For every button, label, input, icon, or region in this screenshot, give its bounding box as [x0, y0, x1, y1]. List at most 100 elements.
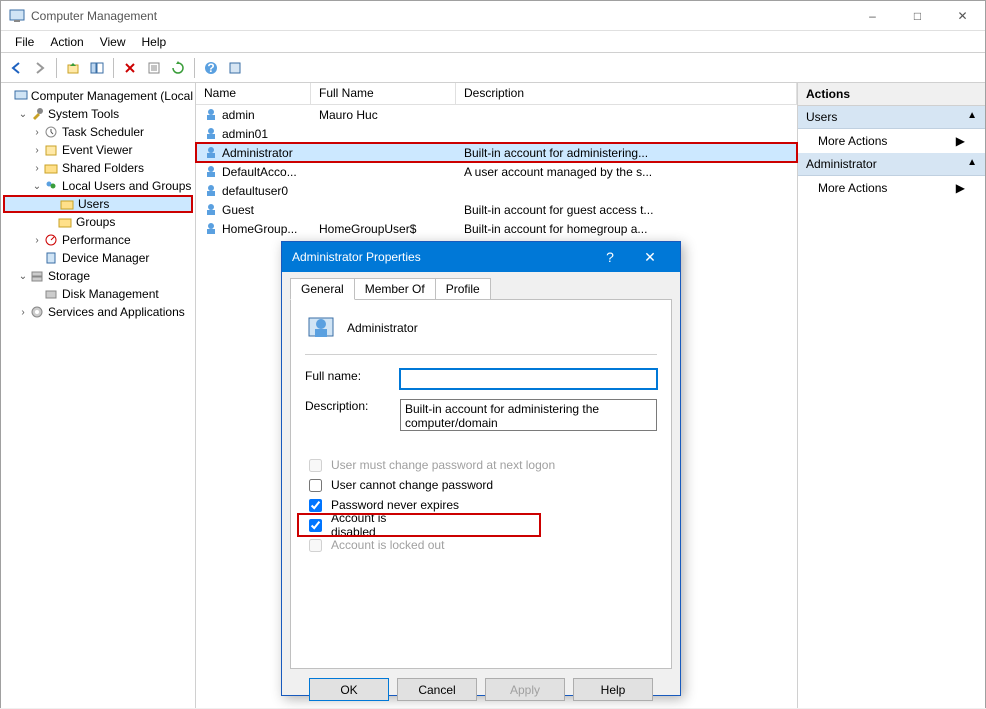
dialog-title: Administrator Properties [292, 250, 590, 264]
tab-profile[interactable]: Profile [435, 278, 491, 300]
user-icon [204, 221, 220, 237]
tree-sharedfolders[interactable]: ›Shared Folders [3, 159, 193, 177]
tree-services[interactable]: ›Services and Applications [3, 303, 193, 321]
chevron-right-icon: › [31, 235, 43, 246]
storage-icon [29, 268, 45, 284]
cancel-button[interactable]: Cancel [397, 678, 477, 701]
chevron-right-icon: › [31, 163, 43, 174]
dialog-close-button[interactable]: ✕ [630, 249, 670, 266]
dialog-buttons: OK Cancel Apply Help [282, 678, 680, 709]
checkbox-disabled[interactable]: Account is disabled [299, 515, 539, 535]
apply-button[interactable]: Apply [485, 678, 565, 701]
app-icon [9, 8, 25, 24]
fullname-label: Full name: [305, 369, 400, 383]
dialog-titlebar: Administrator Properties ? ✕ [282, 242, 680, 272]
dialog-body: Administrator Full name: Description: Us… [290, 299, 672, 669]
chevron-right-icon: › [17, 307, 29, 318]
show-hide-button[interactable] [86, 57, 108, 79]
dialog-help-button[interactable]: ? [590, 249, 630, 265]
ok-button[interactable]: OK [309, 678, 389, 701]
fullname-field[interactable] [400, 369, 657, 389]
tree-groups[interactable]: Groups [3, 213, 193, 231]
properties-button[interactable] [143, 57, 165, 79]
tab-memberof[interactable]: Member Of [354, 278, 436, 300]
table-row[interactable]: HomeGroup...HomeGroupUser$Built-in accou… [196, 219, 797, 238]
table-row[interactable]: adminMauro Huc [196, 105, 797, 124]
table-row[interactable]: DefaultAcco...A user account managed by … [196, 162, 797, 181]
forward-button[interactable] [29, 57, 51, 79]
folder-icon [57, 214, 73, 230]
menu-action[interactable]: Action [42, 33, 91, 51]
tree-diskmgmt[interactable]: Disk Management [3, 285, 193, 303]
actions-panel: Actions Users▲ More Actions▶ Administrat… [798, 83, 985, 708]
table-row-administrator[interactable]: AdministratorBuilt-in account for admini… [196, 143, 797, 162]
table-row[interactable]: GuestBuilt-in account for guest access t… [196, 200, 797, 219]
device-icon [43, 250, 59, 266]
window-title: Computer Management [31, 9, 850, 23]
titlebar: Computer Management – □ ✕ [1, 1, 985, 31]
up-button[interactable] [62, 57, 84, 79]
tree-performance[interactable]: ›Performance [3, 231, 193, 249]
actions-section-users[interactable]: Users▲ [798, 106, 985, 129]
svg-text:?: ? [207, 61, 214, 75]
actions-more-admin[interactable]: More Actions▶ [798, 176, 985, 200]
tree-devmgr[interactable]: Device Manager [3, 249, 193, 267]
disk-icon [43, 286, 59, 302]
description-field[interactable] [400, 399, 657, 431]
back-button[interactable] [5, 57, 27, 79]
chevron-down-icon: ⌄ [17, 109, 29, 120]
tab-general[interactable]: General [290, 278, 355, 300]
menu-file[interactable]: File [7, 33, 42, 51]
refresh-button[interactable] [167, 57, 189, 79]
col-description[interactable]: Description [456, 83, 797, 104]
menu-help[interactable]: Help [134, 33, 175, 51]
user-icon [204, 164, 220, 180]
chevron-right-icon: ▶ [956, 134, 965, 148]
checkbox-cannotchange[interactable]: User cannot change password [305, 475, 657, 495]
services-icon [29, 304, 45, 320]
users-icon [43, 178, 59, 194]
actions-section-admin[interactable]: Administrator▲ [798, 153, 985, 176]
tools-icon [29, 106, 45, 122]
toolbar: ? [1, 53, 985, 83]
tree-storage[interactable]: ⌄Storage [3, 267, 193, 285]
folder-icon [43, 160, 59, 176]
tree-root[interactable]: Computer Management (Local [3, 87, 193, 105]
tree-localusers[interactable]: ⌄Local Users and Groups [3, 177, 193, 195]
tree-eventviewer[interactable]: ›Event Viewer [3, 141, 193, 159]
dialog-tabs: General Member Of Profile [282, 272, 680, 300]
user-icon [204, 145, 220, 161]
collapse-icon: ▲ [967, 110, 977, 124]
help-button[interactable]: Help [573, 678, 653, 701]
dialog-username: Administrator [347, 321, 418, 335]
maximize-button[interactable]: □ [895, 2, 940, 30]
actions-more-users[interactable]: More Actions▶ [798, 129, 985, 153]
extra-button[interactable] [224, 57, 246, 79]
help-button[interactable]: ? [200, 57, 222, 79]
computer-icon [14, 88, 28, 104]
minimize-button[interactable]: – [850, 2, 895, 30]
tree-users[interactable]: Users [3, 195, 193, 213]
delete-button[interactable] [119, 57, 141, 79]
table-row[interactable]: admin01 [196, 124, 797, 143]
clock-icon [43, 124, 59, 140]
actions-header: Actions [798, 83, 985, 106]
user-icon [204, 126, 220, 142]
perf-icon [43, 232, 59, 248]
menu-view[interactable]: View [92, 33, 134, 51]
dialog-user-header: Administrator [305, 312, 657, 355]
chevron-right-icon: › [31, 127, 43, 138]
tree-systools[interactable]: ⌄System Tools [3, 105, 193, 123]
chevron-right-icon: ▶ [956, 181, 965, 195]
close-button[interactable]: ✕ [940, 2, 985, 30]
tree-tasksched[interactable]: ›Task Scheduler [3, 123, 193, 141]
table-row[interactable]: defaultuser0 [196, 181, 797, 200]
user-icon [204, 183, 220, 199]
tree-panel: Computer Management (Local ⌄System Tools… [1, 83, 196, 708]
col-fullname[interactable]: Full Name [311, 83, 456, 104]
chevron-down-icon: ⌄ [17, 271, 29, 282]
checkbox-locked: Account is locked out [305, 535, 657, 555]
chevron-right-icon: › [31, 145, 43, 156]
col-name[interactable]: Name [196, 83, 311, 104]
user-icon [204, 202, 220, 218]
